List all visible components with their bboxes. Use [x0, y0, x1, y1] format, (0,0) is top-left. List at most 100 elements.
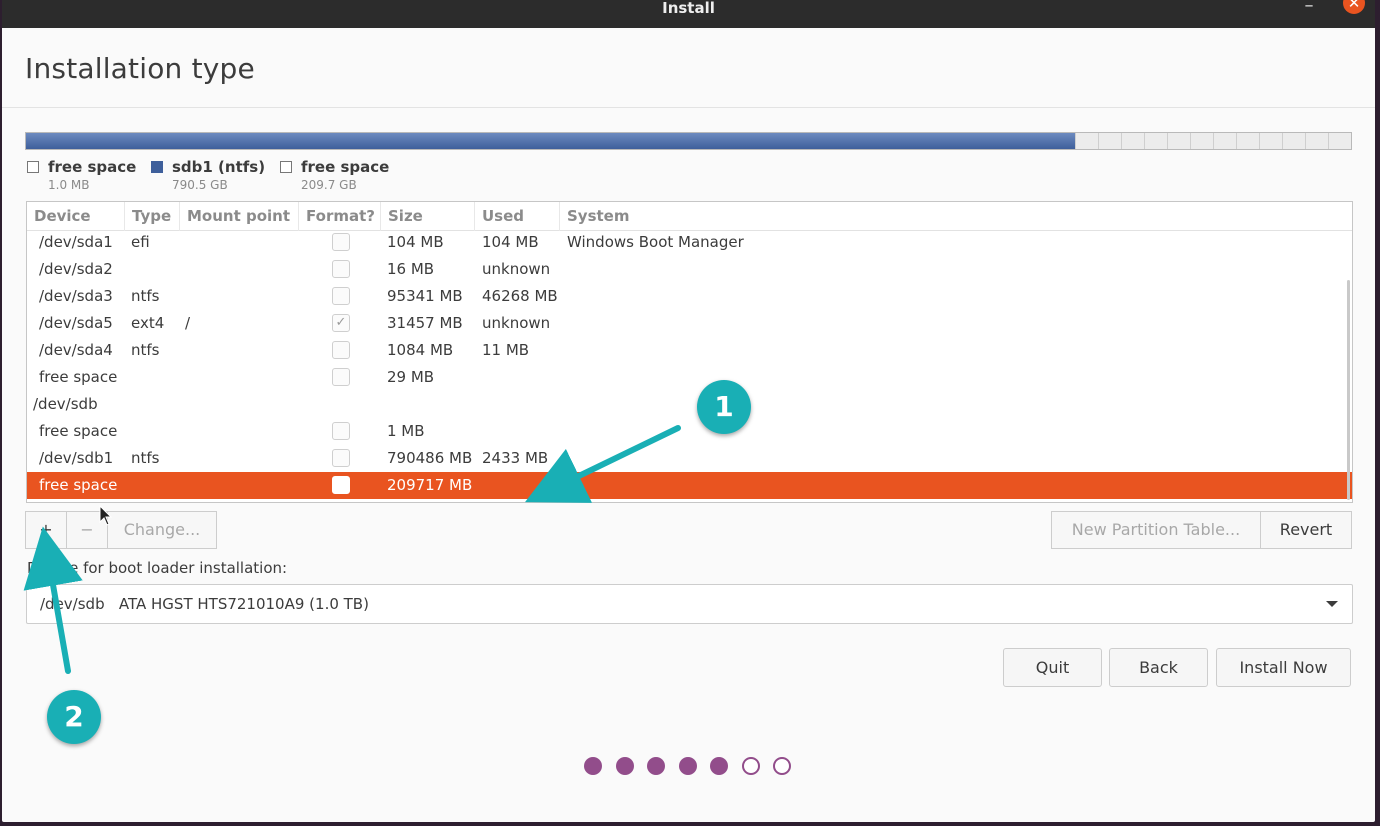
- device-cell: /dev/sda4: [39, 341, 113, 359]
- legend-size: 1.0 MB: [48, 178, 90, 192]
- used-cell: 11 MB: [482, 341, 530, 359]
- progress-dot: [584, 757, 602, 775]
- page-title: Installation type: [25, 52, 255, 85]
- mount-cell: /: [185, 314, 191, 332]
- device-cell: /dev/sda5: [39, 314, 113, 332]
- size-cell: 95341 MB: [387, 287, 463, 305]
- table-header: Device Type Mount point Format? Size Use…: [27, 202, 1352, 231]
- device-cell: /dev/sda2: [39, 260, 113, 278]
- title-bar: Install – ✕: [2, 0, 1375, 28]
- size-cell: 16 MB: [387, 260, 435, 278]
- format-checkbox[interactable]: [332, 449, 350, 467]
- used-cell: 2433 MB: [482, 449, 549, 467]
- legend-name: free space: [301, 158, 390, 176]
- mouse-pointer-icon: [99, 505, 113, 526]
- bootloader-selected-value: /dev/sdb ATA HGST HTS721010A9 (1.0 TB): [40, 595, 369, 613]
- bootloader-device-select[interactable]: /dev/sdb ATA HGST HTS721010A9 (1.0 TB): [26, 584, 1353, 624]
- disk-bar-sdb1-segment: [26, 133, 1075, 149]
- size-cell: 1084 MB: [387, 341, 454, 359]
- size-cell: 790486 MB: [387, 449, 473, 467]
- type-cell: efi: [131, 233, 150, 251]
- bootloader-label: Device for boot loader installation:: [27, 559, 288, 577]
- legend-size: 209.7 GB: [301, 178, 357, 192]
- table-row[interactable]: free space 1 MB: [27, 418, 1352, 445]
- device-cell: /dev/sda3: [39, 287, 113, 305]
- minimize-icon[interactable]: –: [1302, 0, 1316, 16]
- format-checkbox[interactable]: ✓: [332, 314, 350, 332]
- table-row[interactable]: /dev/sda2 16 MB unknown: [27, 256, 1352, 283]
- column-header-type[interactable]: Type: [125, 202, 180, 231]
- column-header-format[interactable]: Format?: [299, 202, 381, 231]
- disk-usage-bar: [25, 132, 1352, 150]
- progress-dot: [615, 757, 634, 775]
- table-row[interactable]: free space 29 MB: [27, 364, 1352, 391]
- device-cell: /dev/sdb1: [39, 449, 114, 467]
- table-row[interactable]: /dev/sda4 ntfs 1084 MB 11 MB: [27, 337, 1352, 364]
- column-header-used[interactable]: Used: [475, 202, 560, 231]
- table-row[interactable]: /dev/sdb: [27, 391, 1352, 418]
- format-checkbox[interactable]: [332, 422, 350, 440]
- format-checkbox[interactable]: [332, 233, 350, 251]
- type-cell: ntfs: [131, 449, 160, 467]
- type-cell: ntfs: [131, 341, 160, 359]
- column-header-device[interactable]: Device: [27, 202, 125, 231]
- window-title: Install: [662, 0, 715, 17]
- table-row[interactable]: free space 209717 MB: [27, 472, 1352, 499]
- format-checkbox[interactable]: [332, 476, 350, 494]
- progress-dot: [678, 757, 697, 775]
- size-cell: 104 MB: [387, 233, 444, 251]
- legend-size: 790.5 GB: [172, 178, 228, 192]
- disk-bar-free-segment: [1075, 133, 1351, 149]
- used-cell: 104 MB: [482, 233, 539, 251]
- table-row[interactable]: /dev/sda3 ntfs 95341 MB 46268 MB: [27, 283, 1352, 310]
- column-header-size[interactable]: Size: [381, 202, 475, 231]
- heading-divider: [2, 107, 1375, 108]
- size-cell: 1 MB: [387, 422, 425, 440]
- device-cell: /dev/sdb: [33, 395, 98, 413]
- format-checkbox[interactable]: [332, 260, 350, 278]
- add-partition-button[interactable]: +: [25, 511, 67, 549]
- used-cell: 46268 MB: [482, 287, 558, 305]
- table-row[interactable]: /dev/sdb1 ntfs 790486 MB 2433 MB: [27, 445, 1352, 472]
- progress-dot: [773, 757, 791, 775]
- legend-name: sdb1 (ntfs): [172, 158, 266, 176]
- chevron-down-icon: [1326, 601, 1338, 607]
- back-button[interactable]: Back: [1109, 648, 1208, 687]
- table-row[interactable]: /dev/sda1 efi 104 MB 104 MB Windows Boot Man…: [27, 229, 1352, 256]
- progress-dot: [741, 757, 760, 775]
- column-header-mount-point[interactable]: Mount point: [180, 202, 299, 231]
- annotation-badge-2: 2: [47, 690, 101, 744]
- type-cell: ntfs: [131, 287, 160, 305]
- legend-swatch: [151, 161, 163, 173]
- device-cell: /dev/sda1: [39, 233, 113, 251]
- size-cell: 31457 MB: [387, 314, 463, 332]
- used-cell: unknown: [482, 260, 551, 278]
- annotation-badge-1: 1: [697, 380, 751, 434]
- type-cell: ext4: [131, 314, 165, 332]
- change-partition-button[interactable]: Change...: [107, 511, 217, 549]
- table-row[interactable]: /dev/sda5 ext4 / 31457 MB unknown ✓: [27, 310, 1352, 337]
- used-cell: unknown: [482, 314, 551, 332]
- device-cell: free space: [39, 368, 118, 386]
- device-cell: free space: [39, 476, 118, 494]
- device-cell: free space: [39, 422, 118, 440]
- legend-swatch: [27, 161, 39, 173]
- system-cell: Windows Boot Manager: [567, 233, 744, 251]
- new-partition-table-button[interactable]: New Partition Table...: [1051, 511, 1261, 549]
- legend-swatch: [280, 161, 292, 173]
- table-scrollbar[interactable]: [1347, 280, 1350, 500]
- format-checkbox[interactable]: [332, 368, 350, 386]
- progress-dot: [710, 757, 728, 775]
- partition-table: Device Type Mount point Format? Size Use…: [26, 201, 1353, 503]
- quit-button[interactable]: Quit: [1003, 648, 1102, 687]
- installer-window: Install – ✕ Installation type free space…: [2, 0, 1375, 822]
- progress-dot: [647, 757, 665, 775]
- format-checkbox[interactable]: [332, 287, 350, 305]
- size-cell: 29 MB: [387, 368, 435, 386]
- size-cell: 209717 MB: [387, 476, 473, 494]
- revert-button[interactable]: Revert: [1260, 511, 1352, 549]
- column-header-system[interactable]: System: [560, 202, 1352, 231]
- format-checkbox[interactable]: [332, 341, 350, 359]
- install-now-button[interactable]: Install Now: [1216, 648, 1351, 687]
- legend-name: free space: [48, 158, 137, 176]
